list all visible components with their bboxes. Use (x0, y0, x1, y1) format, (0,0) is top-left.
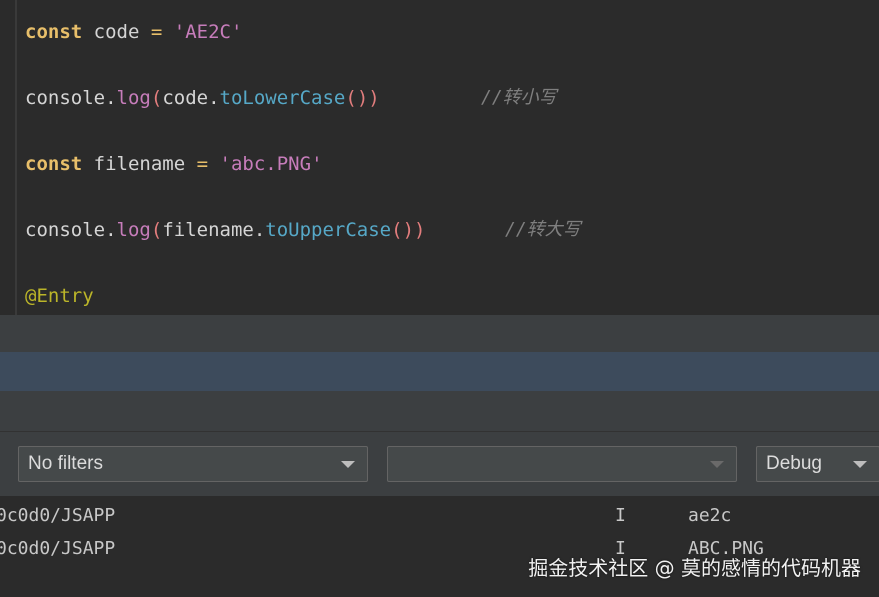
keyword: const (25, 153, 83, 175)
dot: . (208, 87, 220, 109)
paren: ( (150, 87, 163, 109)
string-literal: abc.PNG (230, 153, 312, 175)
paren: () (345, 87, 369, 109)
log-tag: 0c0d0/JSAPP (0, 505, 116, 526)
quote: ' (231, 21, 243, 43)
filter-dropdown[interactable]: No filters (18, 446, 368, 482)
chevron-down-icon (341, 461, 355, 468)
log-tag: 0c0d0/JSAPP (0, 538, 116, 559)
editor-gutter-line (15, 0, 17, 315)
chevron-down-icon (853, 461, 867, 468)
identifier: console (25, 87, 106, 109)
watermark: 掘金技术社区 @ 莫的感情的代码机器 (528, 556, 861, 580)
log-level: I (615, 505, 626, 526)
operator: = (150, 21, 163, 43)
identifier: filename (93, 153, 186, 175)
function-name: log (116, 219, 151, 241)
paren: () (391, 219, 415, 241)
keyword: const (25, 21, 83, 43)
identifier: filename (162, 219, 254, 241)
code-line-5[interactable]: @Entry (25, 283, 94, 309)
tool-window-header (0, 317, 879, 352)
filter-dropdown-value: No filters (28, 453, 103, 474)
function-name: log (116, 87, 151, 109)
code-line-1[interactable]: const code = 'AE2C' (25, 19, 242, 45)
code-comment: //转大写 (505, 219, 581, 240)
method-name: toLowerCase (219, 87, 346, 109)
dot: . (105, 87, 117, 109)
dot: . (105, 219, 117, 241)
paren: ( (150, 219, 163, 241)
operator: = (196, 153, 209, 175)
code-comment: //转小写 (481, 87, 557, 108)
quote: ' (311, 153, 323, 175)
method-name: toUpperCase (265, 219, 392, 241)
log-level-value: Debug (766, 453, 822, 474)
code-line-3[interactable]: const filename = 'abc.PNG' (25, 151, 323, 177)
paren: ) (368, 87, 380, 109)
tool-strip (0, 391, 879, 432)
identifier: code (93, 21, 140, 43)
identifier: console (25, 219, 106, 241)
identifier: code (162, 87, 209, 109)
quote: ' (173, 21, 186, 43)
decorator: @Entry (25, 285, 94, 307)
string-literal: AE2C (185, 21, 231, 43)
paren: ) (414, 219, 426, 241)
log-level-dropdown[interactable]: Debug (756, 446, 879, 482)
code-editor[interactable]: const code = 'AE2C' console.log(code.toL… (0, 0, 879, 315)
dot: . (253, 219, 266, 241)
search-dropdown[interactable] (387, 446, 737, 482)
chevron-down-icon (710, 461, 724, 468)
selected-row-bar[interactable] (0, 352, 879, 391)
code-line-4[interactable]: console.log(filename.toUpperCase()) (25, 217, 425, 243)
log-message: ae2c (688, 505, 732, 526)
quote: ' (219, 153, 231, 175)
code-line-2[interactable]: console.log(code.toLowerCase()) (25, 85, 380, 111)
